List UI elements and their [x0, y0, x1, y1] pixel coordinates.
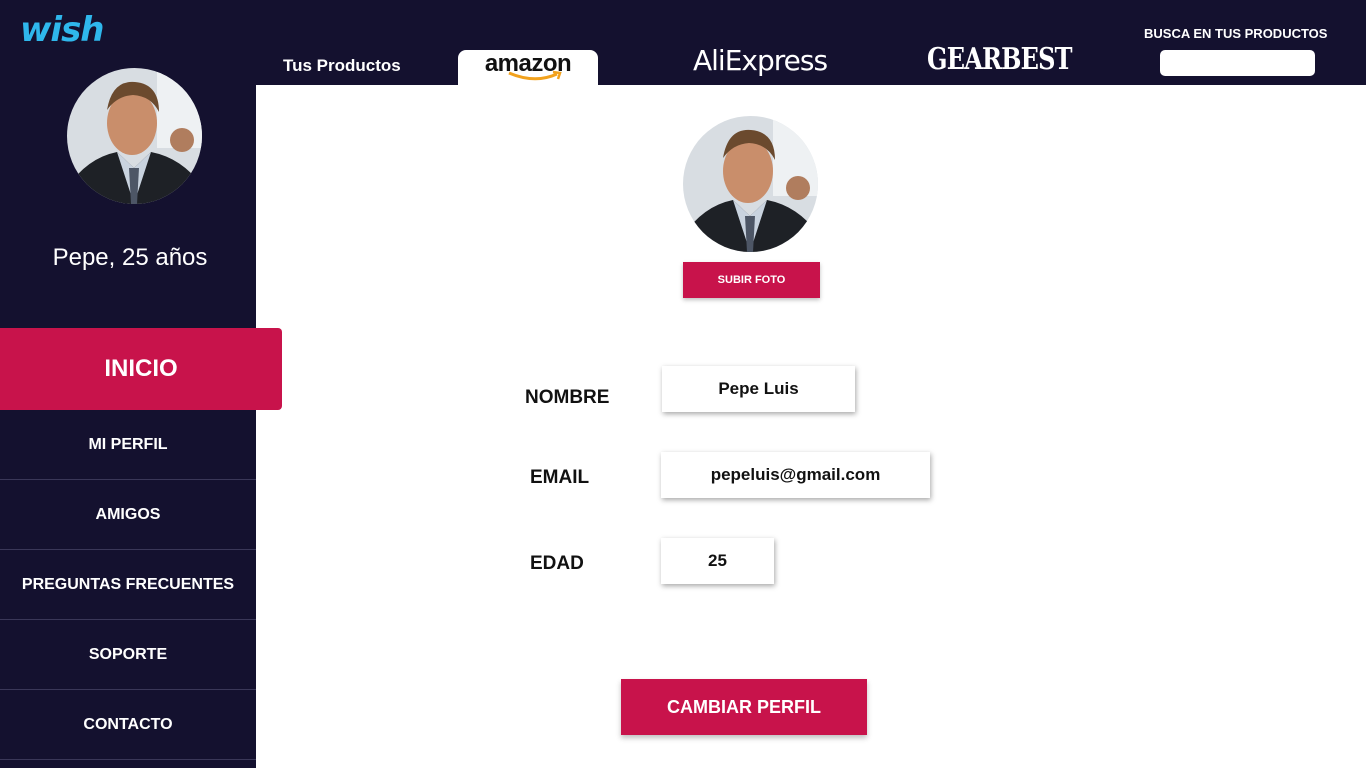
sidebar-item-inicio[interactable]: INICIO	[0, 328, 282, 410]
sidebar-item-amigos[interactable]: AMIGOS	[0, 480, 256, 550]
tab-aliexpress[interactable]: AliExpress	[693, 44, 828, 79]
sidebar-item-preguntas-frecuentes[interactable]: PREGUNTAS FRECUENTES	[0, 550, 256, 620]
tab-amazon[interactable]: amazon	[458, 50, 598, 85]
avatar	[67, 68, 202, 204]
age-field[interactable]: 25	[661, 538, 774, 584]
profile-photo	[683, 116, 818, 252]
top-bar: Tus Productos amazon AliExpress GEARBEST…	[256, 0, 1366, 85]
search-label: BUSCA EN TUS PRODUCTOS	[1144, 26, 1328, 41]
change-profile-button[interactable]: CAMBIAR PERFIL	[621, 679, 867, 735]
user-name-age: Pepe, 25 años	[52, 244, 208, 271]
search-input[interactable]	[1160, 50, 1315, 76]
email-label: EMAIL	[530, 467, 590, 488]
sidebar-item-soporte[interactable]: SOPORTE	[0, 620, 256, 690]
email-field[interactable]: pepeluis@gmail.com	[661, 452, 930, 498]
wish-logo[interactable]: wish	[20, 10, 105, 50]
amazon-smile-icon	[508, 70, 562, 81]
name-label: NOMBRE	[525, 387, 610, 408]
sidebar-item-contacto[interactable]: CONTACTO	[0, 690, 256, 760]
sidebar-nav: INICIO MI PERFIL AMIGOS PREGUNTAS FRECUE…	[0, 328, 282, 760]
sidebar: wish Pepe, 25 años INICIO MI PERFIL AMIG…	[0, 0, 282, 768]
tab-gearbest[interactable]: GEARBEST	[927, 42, 1073, 77]
age-label: EDAD	[530, 553, 584, 574]
sidebar-item-mi-perfil[interactable]: MI PERFIL	[0, 410, 256, 480]
upload-photo-button[interactable]: SUBIR FOTO	[683, 262, 820, 298]
tab-tus-productos[interactable]: Tus Productos	[283, 56, 401, 91]
name-field[interactable]: Pepe Luis	[662, 366, 855, 412]
